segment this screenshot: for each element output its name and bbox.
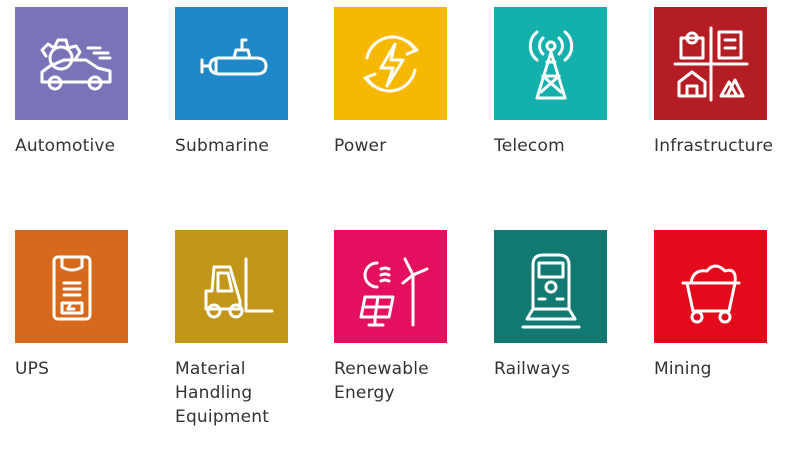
industry-tile-submarine[interactable]: Submarine	[175, 7, 288, 158]
industry-tile-renewable-energy[interactable]: Renewable Energy	[334, 230, 447, 405]
industry-tile-telecom[interactable]: Telecom	[494, 7, 607, 158]
industry-label: Infrastructure	[654, 136, 774, 156]
industry-tile-ups[interactable]: UPS	[15, 230, 128, 381]
industry-icon-box	[175, 230, 288, 343]
industry-icon-box	[15, 7, 128, 120]
industry-icon-box	[334, 230, 447, 343]
industry-label: Railways	[494, 359, 571, 379]
industry-label: Submarine	[175, 136, 270, 156]
industry-icon-box	[175, 7, 288, 120]
ups-battery-icon	[52, 255, 91, 320]
telecom-tower-icon	[528, 30, 573, 99]
industry-label: Mining	[654, 359, 712, 379]
industry-icon-box	[334, 7, 447, 120]
industry-icon-box	[654, 7, 767, 120]
industry-tile-infrastructure[interactable]: Infrastructure	[654, 7, 774, 158]
industry-label: Telecom	[494, 136, 565, 156]
industry-tile-material-handling[interactable]: Material Handling Equipment	[175, 230, 288, 429]
industry-label: Renewable Energy	[334, 359, 429, 403]
industry-tile-power[interactable]: Power	[334, 7, 447, 158]
industry-icon-box	[654, 230, 767, 343]
solar-wind-icon	[359, 257, 428, 326]
industry-tile-mining[interactable]: Mining	[654, 230, 767, 381]
industry-icon-box	[494, 7, 607, 120]
industry-label: Automotive	[15, 136, 116, 156]
industry-icon-box	[494, 230, 607, 343]
industry-label: Power	[334, 136, 387, 156]
industry-icon-box	[15, 230, 128, 343]
industry-tile-automotive[interactable]: Automotive	[15, 7, 128, 158]
industry-label: UPS	[15, 359, 50, 379]
industry-label: Material Handling Equipment	[175, 359, 270, 427]
industry-tile-railways[interactable]: Railways	[494, 230, 607, 381]
train-icon	[521, 253, 580, 328]
submarine-icon	[200, 38, 267, 75]
gear-car-icon	[40, 38, 111, 90]
power-cycle-icon	[363, 35, 418, 92]
buildings-icon	[673, 26, 748, 101]
forklift-icon	[204, 257, 273, 318]
mining-cart-icon	[681, 264, 740, 323]
